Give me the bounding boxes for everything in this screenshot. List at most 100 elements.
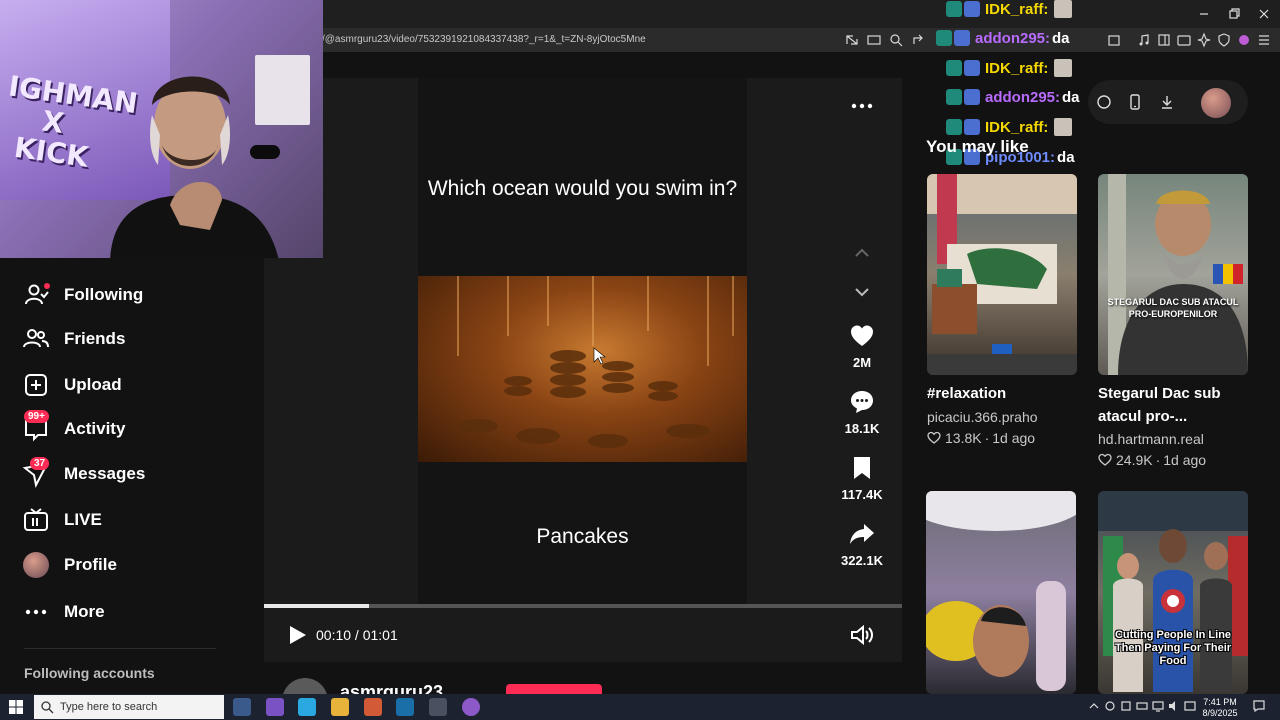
browser-icon[interactable] <box>364 698 382 716</box>
search-icon <box>41 701 54 714</box>
minimize-icon[interactable] <box>1196 6 1212 22</box>
language-icon[interactable] <box>1184 700 1196 712</box>
zoom-icon[interactable] <box>888 32 904 48</box>
clock-time: 7:41 PM <box>1203 697 1237 707</box>
close-icon[interactable] <box>1256 6 1272 22</box>
sidebar-item-following[interactable]: Following <box>22 281 143 309</box>
share-icon[interactable] <box>910 32 926 48</box>
recommendation-author[interactable]: picaciu.366.praho <box>927 409 1038 425</box>
play-icon[interactable] <box>286 624 308 646</box>
volume-icon[interactable] <box>850 624 874 646</box>
sidebar-item-upload[interactable]: Upload <box>22 371 122 399</box>
heart-outline-icon <box>1098 453 1112 466</box>
sidebar-item-label: LIVE <box>64 510 102 529</box>
profile-avatar-button[interactable] <box>1201 88 1231 118</box>
chat-text: da <box>1057 148 1075 166</box>
sidebar-item-activity[interactable]: 99+ Activity <box>22 410 125 443</box>
recommendation-meta: 24.9K · 1d ago <box>1098 452 1206 468</box>
clock-date: 8/9/2025 <box>1202 708 1238 718</box>
cast-icon[interactable] <box>866 32 882 48</box>
music-icon[interactable] <box>1136 32 1152 48</box>
comment-button[interactable]: 18.1K <box>836 389 888 436</box>
chat-username: addon295: <box>985 88 1061 106</box>
recommendation-thumbnail[interactable]: STEGARUL DAC SUB ATACUL PRO-EUROPENILOR <box>1098 174 1248 375</box>
tray-icon[interactable] <box>1120 700 1132 712</box>
ai-icon[interactable] <box>1196 32 1212 48</box>
sidebar-item-profile[interactable]: Profile <box>22 551 117 579</box>
chat-badge-icon <box>946 1 962 17</box>
recommendation-thumbnail[interactable]: Cutting People In Line Then Paying For T… <box>1098 491 1248 694</box>
chat-username: IDK_raff: <box>985 118 1049 136</box>
download-icon[interactable] <box>1159 94 1175 110</box>
author-name[interactable]: asmrguru23 <box>340 682 443 694</box>
bookmark-icon[interactable] <box>1106 32 1122 48</box>
share-button[interactable]: 322.1K <box>836 521 888 568</box>
app-icon[interactable] <box>266 698 284 716</box>
recommendation-title[interactable]: Stegarul Dac sub atacul pro-... <box>1098 382 1258 428</box>
sidebar-item-live[interactable]: LIVE <box>22 506 102 534</box>
sidebar-item-friends[interactable]: Friends <box>22 325 125 353</box>
chat-username: addon295: <box>975 29 1051 47</box>
mobile-app-icon[interactable] <box>1127 94 1143 110</box>
sidebar-item-label: Profile <box>64 555 117 574</box>
notification-icon[interactable] <box>1252 699 1266 713</box>
chat-username: IDK_raff: <box>985 59 1049 77</box>
you-may-like-heading: You may like <box>926 137 1029 156</box>
restore-icon[interactable] <box>1226 6 1242 22</box>
save-button[interactable]: 117.4K <box>836 455 888 502</box>
extension-icon[interactable] <box>1236 32 1252 48</box>
video-pancake-image <box>418 276 747 462</box>
chat-username: IDK_raff: <box>985 0 1049 18</box>
sidebar-item-more[interactable]: More <box>22 598 105 626</box>
url-text[interactable]: /@asmrguru23/video/7532391921084337438?_… <box>322 34 646 45</box>
tray-icon[interactable] <box>1104 700 1116 712</box>
network-icon[interactable] <box>1152 700 1164 712</box>
follow-button[interactable] <box>506 684 602 694</box>
menu-icon[interactable] <box>1256 32 1272 48</box>
taskbar-search-input[interactable]: Type here to search <box>34 695 224 719</box>
recommendation-thumbnail[interactable] <box>927 174 1077 375</box>
tray-chevron-icon[interactable] <box>1088 700 1100 712</box>
app-icon[interactable] <box>429 698 447 716</box>
taskbar-clock[interactable]: 7:41 PM 8/9/2025 <box>1198 697 1242 719</box>
more-options-icon[interactable] <box>850 96 874 116</box>
chat-badge-icon <box>946 60 962 76</box>
messages-icon: 37 <box>22 457 50 488</box>
reader-mode-icon[interactable] <box>844 32 860 48</box>
comment-count: 18.1K <box>844 421 880 436</box>
chat-text: da <box>1052 29 1070 47</box>
activity-badge: 99+ <box>24 410 49 423</box>
previous-video-icon[interactable] <box>850 241 874 265</box>
bookmark-icon <box>849 455 875 481</box>
recommendation-title[interactable]: #relaxation <box>927 382 1087 405</box>
like-button[interactable]: 2M <box>836 323 888 370</box>
recommendation-age: 1d ago <box>1163 452 1207 468</box>
app-icon[interactable] <box>462 698 480 716</box>
sidebar-item-label: Upload <box>64 375 122 394</box>
progress-fill <box>264 604 369 608</box>
chat-badge-icon <box>946 89 962 105</box>
chat-message: addon295: da <box>946 86 1080 108</box>
sidebar-item-messages[interactable]: 37 Messages <box>22 457 145 488</box>
following-accounts-heading: Following accounts <box>24 665 155 681</box>
live-icon <box>22 506 50 534</box>
streamer-webcam: IGHMAN X KICK <box>0 0 323 258</box>
volume-tray-icon[interactable] <box>1168 700 1180 712</box>
shield-icon[interactable] <box>1216 32 1232 48</box>
app-icon[interactable] <box>298 698 316 716</box>
tray-icon[interactable] <box>1136 700 1148 712</box>
file-explorer-icon[interactable] <box>331 698 349 716</box>
coins-icon[interactable] <box>1096 94 1112 110</box>
steam-icon[interactable] <box>396 698 414 716</box>
heart-icon <box>849 323 875 349</box>
recommendation-thumbnail[interactable] <box>926 491 1076 694</box>
windows-start-icon[interactable] <box>8 699 24 715</box>
sidebar-toggle-icon[interactable] <box>1156 32 1172 48</box>
wallet-icon[interactable] <box>1176 32 1192 48</box>
messages-badge: 37 <box>30 457 50 470</box>
sidebar-item-label: Following <box>64 285 144 304</box>
task-view-icon[interactable] <box>233 698 251 716</box>
recommendation-author[interactable]: hd.hartmann.real <box>1098 431 1204 447</box>
chat-badge-icon <box>964 119 980 135</box>
next-video-icon[interactable] <box>850 280 874 304</box>
